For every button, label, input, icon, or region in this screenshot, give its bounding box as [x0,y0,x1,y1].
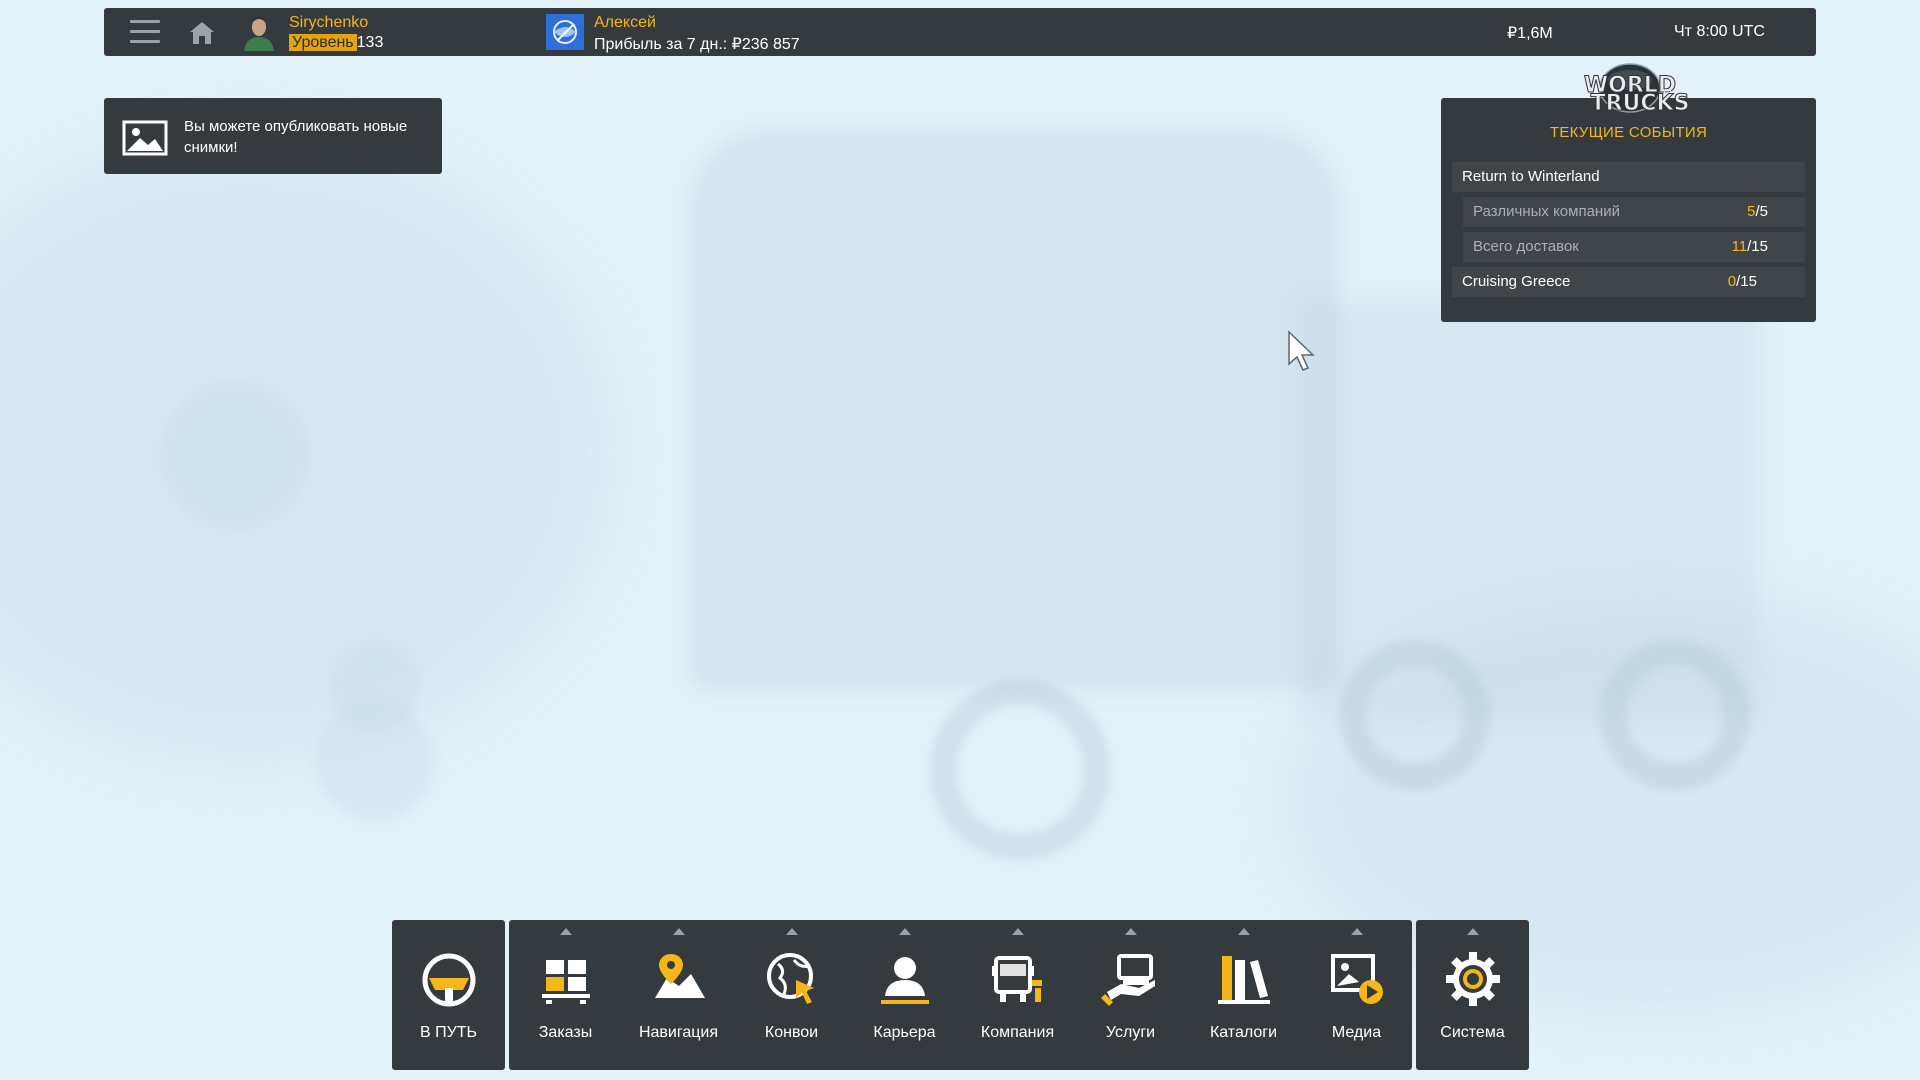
dock-jobs[interactable]: Заказы [509,920,622,1070]
current-events-panel: ТЕКУЩИЕ СОБЫТИЯ Return to Winterland Раз… [1441,98,1816,322]
steering-wheel-icon [422,953,475,1007]
notice-text: Вы можете опубликовать новые снимки! [184,118,408,156]
avatar[interactable] [240,13,278,51]
gear-icon [1445,952,1500,1006]
photo-publish-notice[interactable]: Вы можете опубликовать новые снимки! [104,98,442,174]
dock-services[interactable]: Услуги [1074,920,1187,1070]
caret-up-icon [1237,928,1250,935]
catalogs-icon [1217,956,1270,1004]
home-icon[interactable] [188,20,216,46]
truck-silhouette [690,130,1340,690]
caret-up-icon [1011,928,1024,935]
dock-media[interactable]: Медиа [1300,920,1413,1070]
top-bar: Sirychenko Уровень 133 Алексей Прибыль за… [104,8,1816,56]
event-subrow: Различных компаний 5/5 [1463,197,1805,227]
caret-up-icon [559,928,572,935]
user-name[interactable]: Sirychenko [289,14,368,32]
convoy-icon [766,953,814,1004]
system-label: Система [1440,1024,1505,1041]
navigation-icon [654,954,705,998]
caret-up-icon [1124,928,1137,935]
media-icon [1330,954,1383,1004]
event-subrow: Всего доставок 11/15 [1463,232,1805,262]
hamburger-menu-icon[interactable] [130,20,160,44]
main-dock: Заказы Навигация Конвои Карьера Компания… [509,920,1412,1070]
svg-text:TRUCKS: TRUCKS [1591,91,1690,116]
mouse-cursor-icon [1288,330,1315,371]
drive-button[interactable]: В ПУТЬ [392,920,505,1070]
dock-navigation[interactable]: Навигация [622,920,735,1070]
dock-career[interactable]: Карьера [848,920,961,1070]
image-icon [122,120,168,156]
caret-up-icon [1466,928,1479,935]
company-profit: Прибыль за 7 дн.: ₽236 857 [594,36,800,53]
money-balance: ₽1,6M [1507,25,1553,42]
events-title: ТЕКУЩИЕ СОБЫТИЯ [1549,124,1708,141]
event-row[interactable]: Return to Winterland [1452,162,1805,192]
dock-convoy[interactable]: Конвои [735,920,848,1070]
event-row[interactable]: Cruising Greece 0/15 [1452,267,1805,297]
services-icon [1100,954,1155,1006]
system-button[interactable]: Система [1416,920,1529,1070]
dock-company[interactable]: Компания [961,920,1074,1070]
caret-up-icon [785,928,798,935]
career-icon [880,957,929,1004]
caret-up-icon [898,928,911,935]
caret-up-icon [1350,928,1363,935]
game-clock: Чт 8:00 UTC [1674,23,1765,40]
jobs-icon [541,960,590,1004]
caret-up-icon [672,928,685,935]
dock-catalogs[interactable]: Каталоги [1187,920,1300,1070]
drive-label: В ПУТЬ [419,1024,478,1041]
world-of-trucks-logo: WORLD of TRUCKS [1583,63,1690,117]
user-level: Уровень 133 [289,34,383,52]
level-label: Уровень [289,34,357,51]
level-value: 133 [356,34,384,51]
company-name[interactable]: Алексей [594,14,656,32]
company-icon [991,956,1042,1002]
company-logo-icon[interactable] [546,14,584,50]
